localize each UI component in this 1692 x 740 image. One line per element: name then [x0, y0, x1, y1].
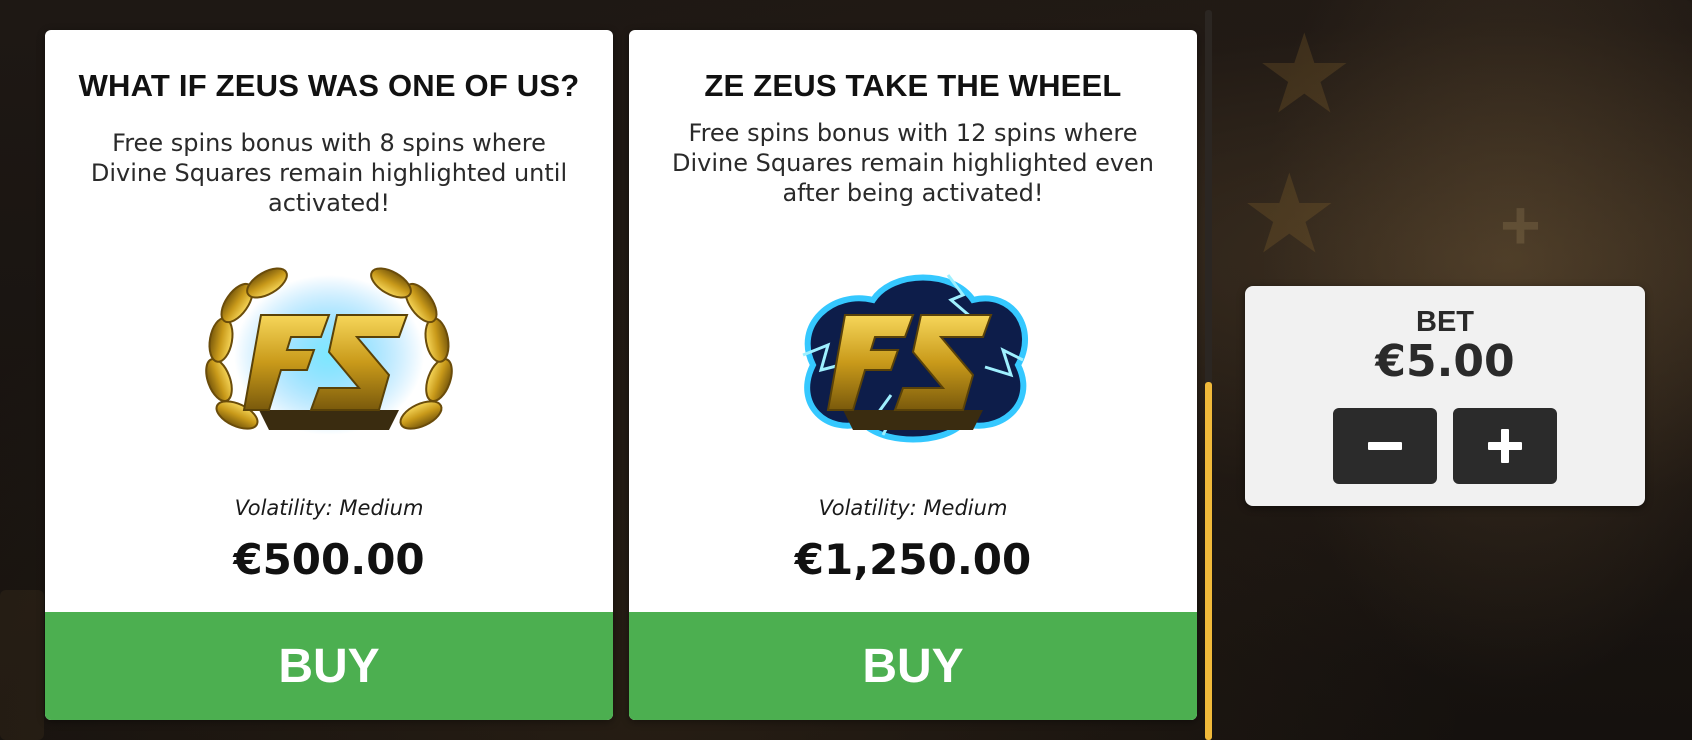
fs-lightning-icon: [802, 274, 1029, 443]
volatility-label: Volatility: Medium: [818, 496, 1008, 520]
offer-description: Free spins bonus with 8 spins where Divi…: [90, 129, 568, 217]
buy-button[interactable]: BUY: [629, 612, 1197, 720]
bet-label: BET: [1416, 306, 1474, 338]
increase-bet-button[interactable]: [1453, 408, 1557, 484]
bet-value: €5.00: [1375, 336, 1515, 387]
bonus-offer-card: ZE ZEUS TAKE THE WHEEL Free spins bonus …: [629, 30, 1197, 720]
offer-price: €1,250.00: [794, 535, 1032, 584]
plus-icon: [1488, 429, 1522, 463]
offer-title: WHAT IF ZEUS WAS ONE OF US?: [78, 68, 580, 103]
offer-description: Free spins bonus with 12 spins where Div…: [671, 119, 1155, 207]
bet-panel: BET €5.00: [1245, 286, 1645, 506]
buy-button[interactable]: BUY: [45, 612, 613, 720]
minus-icon: [1368, 429, 1402, 463]
background-plus-decoration: +: [1500, 186, 1541, 264]
offer-title: ZE ZEUS TAKE THE WHEEL: [704, 68, 1122, 103]
background-star-decoration: ★: [1255, 13, 1354, 136]
decrease-bet-button[interactable]: [1333, 408, 1437, 484]
scrollbar[interactable]: [1205, 10, 1212, 740]
bonus-offer-card: WHAT IF ZEUS WAS ONE OF US? Free spins b…: [45, 30, 613, 720]
fs-laurel-icon: [205, 267, 453, 435]
volatility-label: Volatility: Medium: [234, 496, 424, 520]
game-background: ★ ★ + WHAT IF ZEUS WAS ONE OF US? Free s…: [0, 0, 1692, 740]
offer-price: €500.00: [233, 535, 425, 584]
background-reel-edge: [0, 590, 44, 740]
scrollbar-thumb[interactable]: [1205, 382, 1212, 740]
background-star-decoration: ★: [1240, 153, 1339, 276]
